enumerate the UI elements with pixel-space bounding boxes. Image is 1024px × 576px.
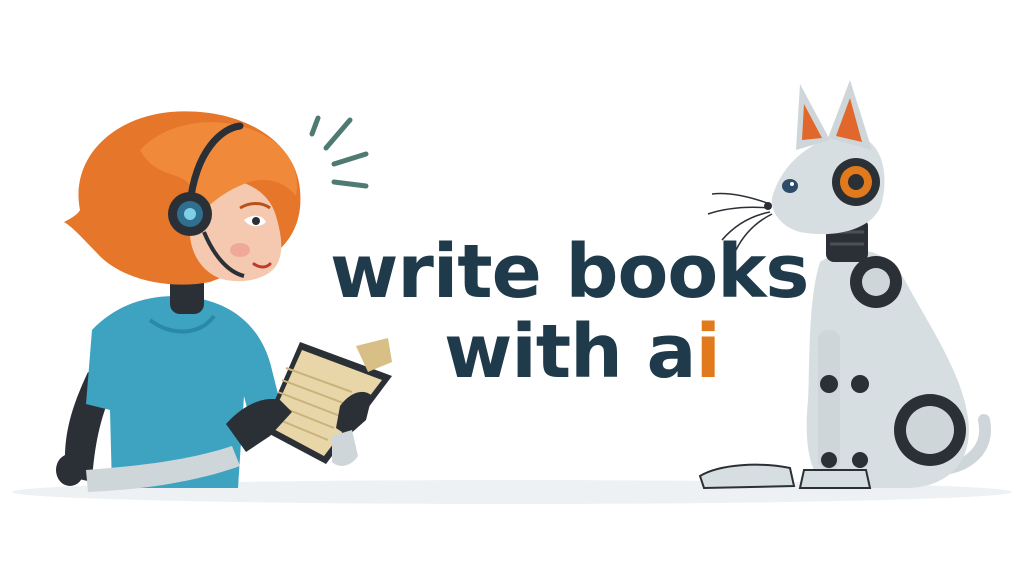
woman-cheek — [230, 243, 250, 257]
cat-eye — [782, 179, 798, 193]
cat-front-paws — [798, 469, 872, 489]
illustration-canvas: write books with ai — [0, 0, 1024, 576]
motion-lines — [309, 115, 369, 189]
cat-front-leg-left — [818, 330, 840, 470]
woman-right-forearm — [332, 430, 358, 466]
cat-back-paw — [698, 463, 796, 490]
headline-line-1: write books — [330, 229, 809, 315]
headline: write books with ai — [330, 229, 809, 392]
headline-accent: i — [695, 309, 720, 395]
woman-back-hand — [56, 454, 84, 486]
headline-line-2-main: with a — [444, 309, 696, 395]
woman-pupil — [252, 217, 260, 225]
headline-line-2: with ai — [330, 312, 770, 392]
cat-ear-left — [796, 84, 830, 150]
